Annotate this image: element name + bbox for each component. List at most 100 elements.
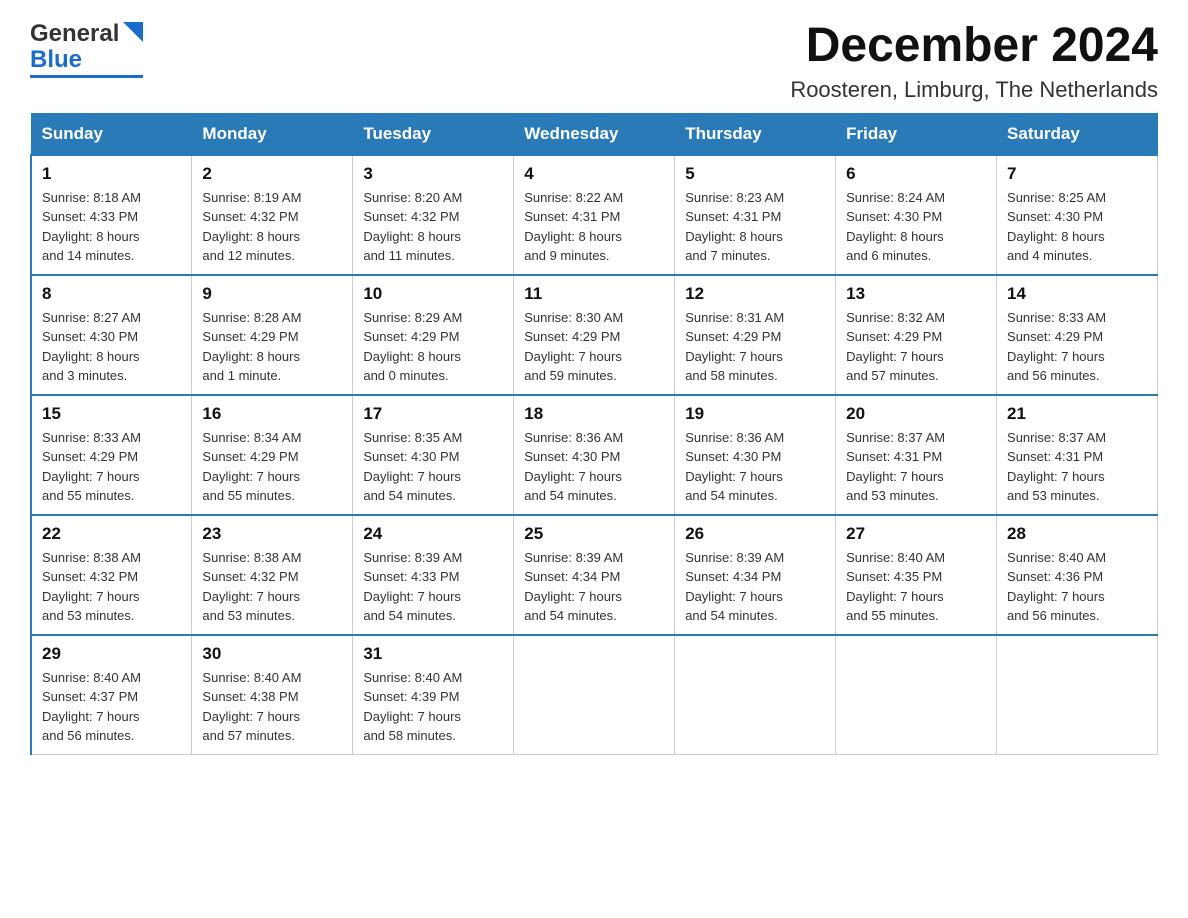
calendar-cell: 22Sunrise: 8:38 AMSunset: 4:32 PMDayligh… xyxy=(31,515,192,635)
day-info: Sunrise: 8:40 AMSunset: 4:35 PMDaylight:… xyxy=(846,548,986,626)
calendar-cell xyxy=(514,635,675,755)
calendar-cell: 16 Sunrise: 8:34 AMSunset: 4:29 PMDayligh… xyxy=(192,395,353,515)
day-number: 11 xyxy=(524,284,664,304)
day-number: 14 xyxy=(1007,284,1147,304)
calendar-cell: 5 Sunrise: 8:23 AMSunset: 4:31 PMDaylight… xyxy=(675,155,836,275)
day-number: 12 xyxy=(685,284,825,304)
day-number: 26 xyxy=(685,524,825,544)
day-number: 10 xyxy=(363,284,503,304)
calendar-week-row: 29Sunrise: 8:40 AMSunset: 4:37 PMDayligh… xyxy=(31,635,1158,755)
day-info: Sunrise: 8:25 AMSunset: 4:30 PMDaylight:… xyxy=(1007,188,1147,266)
day-number: 5 xyxy=(685,164,825,184)
weekday-header-saturday: Saturday xyxy=(997,113,1158,155)
weekday-header-wednesday: Wednesday xyxy=(514,113,675,155)
logo-underline xyxy=(30,75,143,78)
calendar-cell: 4 Sunrise: 8:22 AMSunset: 4:31 PMDaylight… xyxy=(514,155,675,275)
day-number: 1 xyxy=(42,164,181,184)
day-info: Sunrise: 8:40 AMSunset: 4:37 PMDaylight:… xyxy=(42,668,181,746)
day-info: Sunrise: 8:39 AMSunset: 4:34 PMDaylight:… xyxy=(685,548,825,626)
day-info: Sunrise: 8:38 AMSunset: 4:32 PMDaylight:… xyxy=(202,548,342,626)
calendar-cell: 10 Sunrise: 8:29 AMSunset: 4:29 PMDayligh… xyxy=(353,275,514,395)
calendar-week-row: 8 Sunrise: 8:27 AMSunset: 4:30 PMDaylight… xyxy=(31,275,1158,395)
day-number: 21 xyxy=(1007,404,1147,424)
day-info: Sunrise: 8:34 AMSunset: 4:29 PMDaylight:… xyxy=(202,428,342,506)
day-info: Sunrise: 8:37 AMSunset: 4:31 PMDaylight:… xyxy=(1007,428,1147,506)
day-info: Sunrise: 8:18 AMSunset: 4:33 PMDaylight:… xyxy=(42,188,181,266)
calendar-cell: 27 Sunrise: 8:40 AMSunset: 4:35 PMDayligh… xyxy=(836,515,997,635)
month-title: December 2024 xyxy=(790,20,1158,73)
day-info: Sunrise: 8:36 AMSunset: 4:30 PMDaylight:… xyxy=(685,428,825,506)
day-info: Sunrise: 8:28 AMSunset: 4:29 PMDaylight:… xyxy=(202,308,342,386)
day-number: 31 xyxy=(363,644,503,664)
calendar-week-row: 15 Sunrise: 8:33 AMSunset: 4:29 PMDayligh… xyxy=(31,395,1158,515)
day-info: Sunrise: 8:22 AMSunset: 4:31 PMDaylight:… xyxy=(524,188,664,266)
calendar-cell xyxy=(997,635,1158,755)
day-number: 30 xyxy=(202,644,342,664)
day-number: 6 xyxy=(846,164,986,184)
calendar-week-row: 1 Sunrise: 8:18 AMSunset: 4:33 PMDaylight… xyxy=(31,155,1158,275)
day-number: 15 xyxy=(42,404,181,424)
day-info: Sunrise: 8:32 AMSunset: 4:29 PMDaylight:… xyxy=(846,308,986,386)
day-number: 3 xyxy=(363,164,503,184)
day-number: 22 xyxy=(42,524,181,544)
day-number: 16 xyxy=(202,404,342,424)
calendar-cell: 31Sunrise: 8:40 AMSunset: 4:39 PMDayligh… xyxy=(353,635,514,755)
day-info: Sunrise: 8:37 AMSunset: 4:31 PMDaylight:… xyxy=(846,428,986,506)
calendar-cell: 23 Sunrise: 8:38 AMSunset: 4:32 PMDayligh… xyxy=(192,515,353,635)
day-info: Sunrise: 8:30 AMSunset: 4:29 PMDaylight:… xyxy=(524,308,664,386)
calendar-cell: 24 Sunrise: 8:39 AMSunset: 4:33 PMDayligh… xyxy=(353,515,514,635)
weekday-header-sunday: Sunday xyxy=(31,113,192,155)
title-section: December 2024 Roosteren, Limburg, The Ne… xyxy=(790,20,1158,103)
logo-blue-text: Blue xyxy=(30,46,82,74)
weekday-header-monday: Monday xyxy=(192,113,353,155)
logo-general-text: General xyxy=(30,20,119,48)
calendar-cell: 30 Sunrise: 8:40 AMSunset: 4:38 PMDayligh… xyxy=(192,635,353,755)
day-info: Sunrise: 8:19 AMSunset: 4:32 PMDaylight:… xyxy=(202,188,342,266)
calendar-cell: 11 Sunrise: 8:30 AMSunset: 4:29 PMDayligh… xyxy=(514,275,675,395)
page-header: General Blue December 2024 Roosteren, Li… xyxy=(30,20,1158,103)
location-title: Roosteren, Limburg, The Netherlands xyxy=(790,77,1158,103)
day-info: Sunrise: 8:40 AMSunset: 4:36 PMDaylight:… xyxy=(1007,548,1147,626)
calendar-week-row: 22 Sunrise: 8:38 AMSunset: 4:32 PMDayligh… xyxy=(31,515,1158,635)
day-number: 7 xyxy=(1007,164,1147,184)
day-info: Sunrise: 8:35 AMSunset: 4:30 PMDaylight:… xyxy=(363,428,503,506)
calendar-cell: 17Sunrise: 8:35 AMSunset: 4:30 PMDayligh… xyxy=(353,395,514,515)
day-info: Sunrise: 8:40 AMSunset: 4:38 PMDaylight:… xyxy=(202,668,342,746)
calendar-cell xyxy=(836,635,997,755)
calendar-table: SundayMondayTuesdayWednesdayThursdayFrid… xyxy=(30,113,1158,755)
day-number: 28 xyxy=(1007,524,1147,544)
calendar-cell: 29Sunrise: 8:40 AMSunset: 4:37 PMDayligh… xyxy=(31,635,192,755)
day-info: Sunrise: 8:39 AMSunset: 4:33 PMDaylight:… xyxy=(363,548,503,626)
day-number: 8 xyxy=(42,284,181,304)
calendar-cell: 9 Sunrise: 8:28 AMSunset: 4:29 PMDaylight… xyxy=(192,275,353,395)
day-number: 27 xyxy=(846,524,986,544)
calendar-cell: 19Sunrise: 8:36 AMSunset: 4:30 PMDayligh… xyxy=(675,395,836,515)
calendar-cell: 7 Sunrise: 8:25 AMSunset: 4:30 PMDaylight… xyxy=(997,155,1158,275)
day-info: Sunrise: 8:23 AMSunset: 4:31 PMDaylight:… xyxy=(685,188,825,266)
day-info: Sunrise: 8:31 AMSunset: 4:29 PMDaylight:… xyxy=(685,308,825,386)
logo: General Blue xyxy=(30,20,143,78)
calendar-cell: 14 Sunrise: 8:33 AMSunset: 4:29 PMDayligh… xyxy=(997,275,1158,395)
weekday-header-tuesday: Tuesday xyxy=(353,113,514,155)
day-number: 23 xyxy=(202,524,342,544)
calendar-cell xyxy=(675,635,836,755)
weekday-header-friday: Friday xyxy=(836,113,997,155)
calendar-cell: 8 Sunrise: 8:27 AMSunset: 4:30 PMDaylight… xyxy=(31,275,192,395)
day-number: 4 xyxy=(524,164,664,184)
weekday-header-row: SundayMondayTuesdayWednesdayThursdayFrid… xyxy=(31,113,1158,155)
day-info: Sunrise: 8:29 AMSunset: 4:29 PMDaylight:… xyxy=(363,308,503,386)
day-info: Sunrise: 8:33 AMSunset: 4:29 PMDaylight:… xyxy=(42,428,181,506)
calendar-cell: 2Sunrise: 8:19 AMSunset: 4:32 PMDaylight… xyxy=(192,155,353,275)
day-info: Sunrise: 8:27 AMSunset: 4:30 PMDaylight:… xyxy=(42,308,181,386)
day-info: Sunrise: 8:33 AMSunset: 4:29 PMDaylight:… xyxy=(1007,308,1147,386)
day-info: Sunrise: 8:36 AMSunset: 4:30 PMDaylight:… xyxy=(524,428,664,506)
day-number: 24 xyxy=(363,524,503,544)
calendar-cell: 20Sunrise: 8:37 AMSunset: 4:31 PMDayligh… xyxy=(836,395,997,515)
day-number: 13 xyxy=(846,284,986,304)
calendar-cell: 21 Sunrise: 8:37 AMSunset: 4:31 PMDayligh… xyxy=(997,395,1158,515)
day-number: 9 xyxy=(202,284,342,304)
logo-triangle-icon xyxy=(123,22,143,47)
day-number: 18 xyxy=(524,404,664,424)
day-info: Sunrise: 8:20 AMSunset: 4:32 PMDaylight:… xyxy=(363,188,503,266)
calendar-cell: 15 Sunrise: 8:33 AMSunset: 4:29 PMDayligh… xyxy=(31,395,192,515)
